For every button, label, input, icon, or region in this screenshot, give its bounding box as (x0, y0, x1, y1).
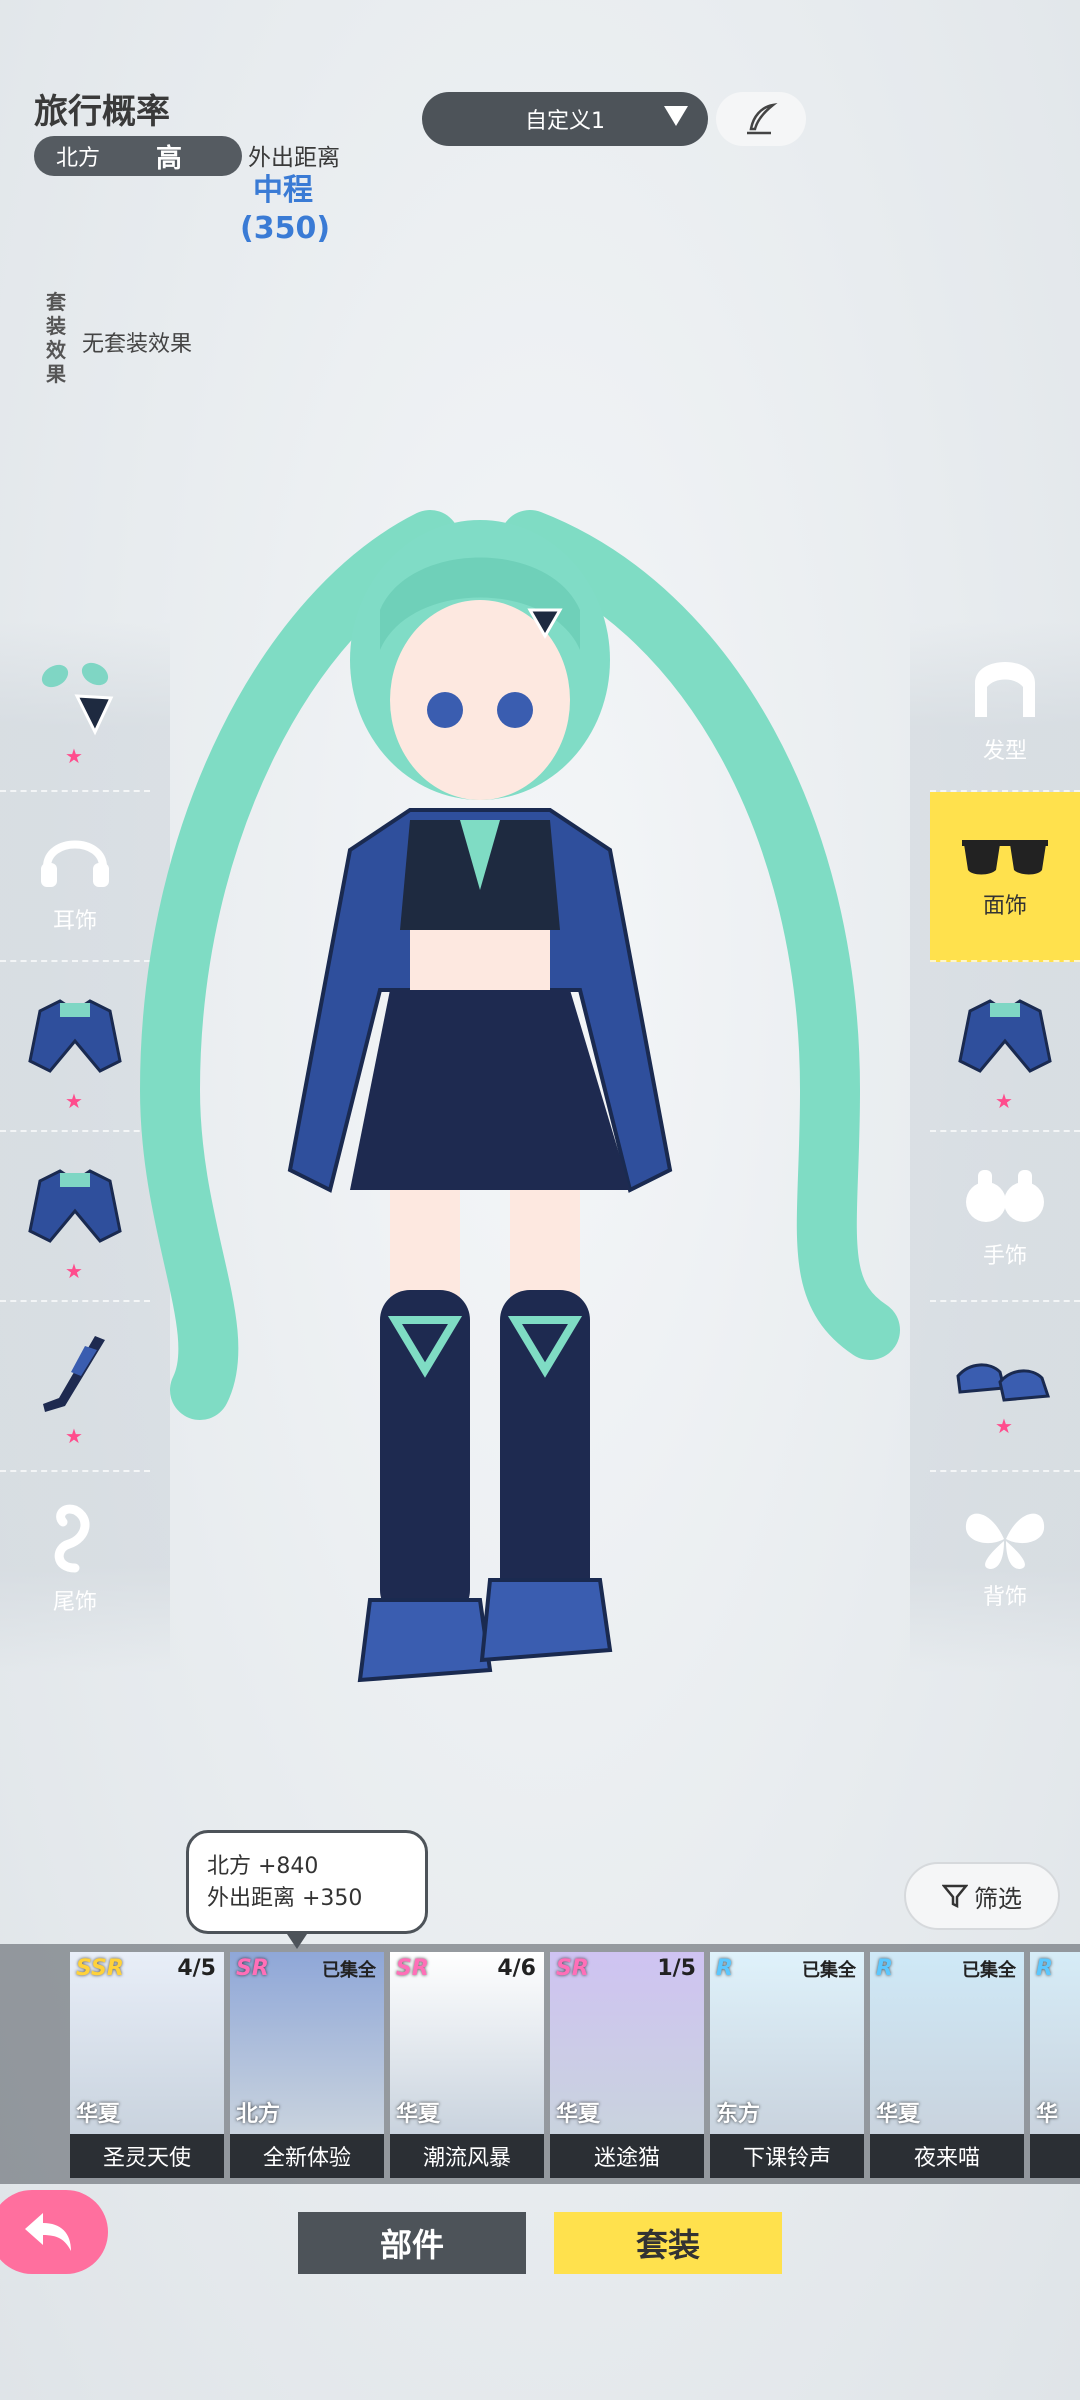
star-icon: ★ (995, 1089, 1013, 1113)
card-region: 东方 (716, 2102, 761, 2127)
feather-pen-icon (747, 102, 778, 135)
sunglasses-icon (962, 840, 1048, 875)
filter-funnel-icon (942, 1884, 968, 1909)
rarity-badge: R (876, 1956, 893, 1981)
slot-face-label: 面饰 (982, 894, 1027, 919)
distance-number: (350) (240, 211, 331, 246)
set-effect-value: 无套装效果 (82, 332, 193, 357)
slot-tail-label: 尾饰 (52, 1590, 97, 1615)
hairstyle-icon (975, 662, 1035, 717)
card-region: 华夏 (396, 2102, 441, 2127)
outfit-card-list: SSR 4/5 华夏 圣灵天使 SR 已集全 北方 全新体验 SR 4/6 华夏 潮流风暴 SR 1/5 华… (70, 1952, 1080, 2178)
character-model (139, 510, 900, 1683)
probability-level: 高 (156, 143, 183, 174)
outfit-card[interactable]: R 已集全华夏夜来喵 (870, 1952, 1024, 2178)
collection-count: 4/6 (497, 1956, 536, 1981)
tab-outfit[interactable]: 套装 (554, 2212, 782, 2274)
rarity-badge: SR (396, 1956, 429, 1981)
card-name: 夜来喵 (870, 2134, 1024, 2178)
card-region: 华 (1036, 2102, 1059, 2127)
tab-parts[interactable]: 部件 (298, 2212, 526, 2274)
chevron-down-icon (664, 106, 688, 126)
star-icon: ★ (65, 1424, 83, 1448)
outfit-card[interactable]: SSR 4/5 华夏圣灵天使 (70, 1952, 224, 2178)
collection-count: 4/5 (177, 1956, 216, 1981)
distance-label: 外出距离 (248, 145, 340, 171)
card-region: 华夏 (556, 2102, 601, 2127)
page-title: 旅行概率 (34, 92, 170, 132)
direction-label: 北方 (56, 146, 101, 171)
card-name: 下课铃声 (710, 2134, 864, 2178)
collection-count: 已集全 (962, 1960, 1016, 1981)
card-name: 潮流风暴 (390, 2134, 544, 2178)
rarity-badge: R (716, 1956, 733, 1981)
set-bonus-tooltip: 北方 +840 外出距离 +350 (186, 1830, 428, 1949)
set-effect-label: 套装效果 (46, 290, 66, 386)
preset-selected: 自定义1 (525, 109, 605, 134)
outfit-card[interactable]: SR 1/5 华夏迷途猫 (550, 1952, 704, 2178)
distance-value: 中程 (350) (240, 172, 331, 248)
preset-dropdown[interactable]: 自定义1 (422, 92, 708, 146)
filter-button[interactable]: 筛选 (904, 1862, 1060, 1930)
card-name: 迷途猫 (550, 2134, 704, 2178)
slot-hand-label: 手饰 (982, 1244, 1027, 1269)
wings-icon (965, 1513, 1045, 1569)
collection-count: 已集全 (322, 1960, 376, 1981)
collection-count: 已集全 (802, 1960, 856, 1981)
star-icon: ★ (65, 1259, 83, 1283)
slot-back-label: 背饰 (982, 1585, 1027, 1610)
outfit-card[interactable]: R 已集全东方下课铃声 (710, 1952, 864, 2178)
card-name: 圣灵天使 (70, 2134, 224, 2178)
back-button[interactable] (0, 2190, 108, 2274)
outfit-card[interactable]: SR 4/6 华夏潮流风暴 (390, 1952, 544, 2178)
gloves-icon (966, 1170, 1044, 1222)
rename-preset-button[interactable] (716, 92, 806, 146)
star-icon: ★ (65, 1089, 83, 1113)
tooltip-line-direction: 北方 +840 (207, 1854, 319, 1879)
rarity-badge: SR (556, 1956, 589, 1981)
tail-icon (54, 1504, 90, 1573)
slot-hairstyle-label: 发型 (982, 739, 1027, 764)
card-region: 北方 (236, 2102, 281, 2127)
star-icon: ★ (995, 1414, 1013, 1438)
collection-count: 1/5 (657, 1956, 696, 1981)
tooltip-line-distance: 外出距离 +350 (207, 1886, 363, 1911)
card-name: 全新体验 (230, 2134, 384, 2178)
star-icon: ★ (65, 744, 83, 768)
back-arrow-icon (25, 2213, 71, 2251)
rarity-badge: SSR (76, 1956, 124, 1981)
card-region: 华夏 (876, 2102, 921, 2127)
distance-text: 中程 (253, 173, 313, 208)
card-name (1030, 2134, 1080, 2178)
direction-probability-pill: 北方 高 (34, 136, 242, 176)
slot-earring-label: 耳饰 (52, 909, 97, 934)
outfit-card[interactable]: R华 (1030, 1952, 1080, 2178)
card-region: 华夏 (76, 2102, 121, 2127)
outfit-card[interactable]: SR 已集全北方全新体验 (230, 1952, 384, 2178)
filter-label: 筛选 (974, 1884, 1022, 1913)
rarity-badge: SR (236, 1956, 269, 1981)
rarity-badge: R (1036, 1956, 1053, 1981)
headphones-icon (41, 840, 109, 887)
